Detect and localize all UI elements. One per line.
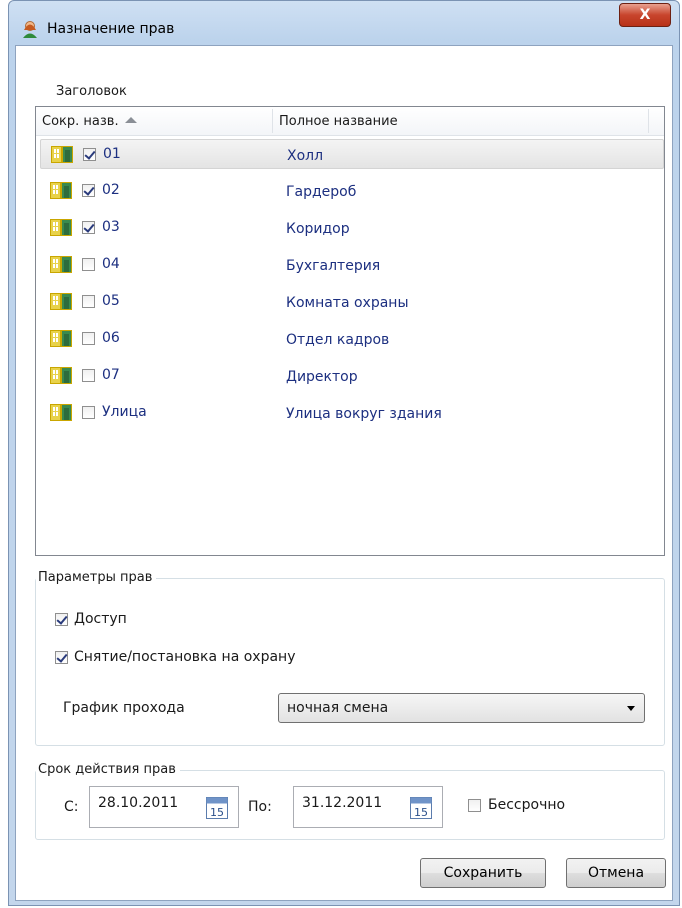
zone-short-name: 05: [102, 293, 120, 309]
zone-checkbox[interactable]: [82, 184, 95, 197]
sort-ascending-icon: [124, 117, 137, 123]
cancel-button[interactable]: Отмена: [566, 858, 666, 888]
zone-short-name: 04: [102, 256, 120, 272]
validity-group-title: Срок действия прав: [36, 762, 180, 777]
zone-door-icon: [50, 404, 72, 421]
arm-disarm-label[interactable]: Снятие/постановка на охрану: [74, 649, 295, 665]
save-button[interactable]: Сохранить: [420, 858, 546, 888]
zone-checkbox[interactable]: [82, 221, 95, 234]
list-row[interactable]: 04 Бухгалтерия: [40, 250, 664, 280]
window-title: Назначение прав: [47, 21, 175, 37]
zone-checkbox[interactable]: [82, 332, 95, 345]
zone-short-name: 07: [102, 367, 120, 383]
zone-door-icon: [50, 256, 72, 273]
column-header-short-label: Сокр. назв.: [42, 114, 119, 129]
zone-full-name: Коридор: [286, 221, 350, 237]
from-label: С:: [64, 799, 79, 815]
zone-full-name: Отдел кадров: [286, 332, 390, 348]
column-divider[interactable]: [648, 109, 649, 133]
header-label: Заголовок: [56, 84, 127, 99]
zone-full-name: Улица вокруг здания: [286, 406, 442, 422]
column-header-full-name[interactable]: Полное название: [279, 114, 398, 129]
zone-checkbox[interactable]: [83, 148, 96, 161]
schedule-label: График прохода: [63, 700, 185, 716]
zone-short-name: 02: [102, 182, 120, 198]
to-label: По:: [248, 799, 272, 815]
schedule-dropdown[interactable]: ночная смена: [278, 693, 645, 723]
from-date-value: 28.10.2011: [98, 795, 179, 811]
zone-checkbox[interactable]: [82, 295, 95, 308]
unlimited-checkbox[interactable]: [468, 799, 481, 812]
zone-full-name: Директор: [286, 369, 358, 385]
column-divider[interactable]: [272, 109, 273, 133]
calendar-icon[interactable]: 15: [206, 797, 228, 819]
calendar-day-text: 15: [210, 806, 224, 819]
list-row[interactable]: 06 Отдел кадров: [40, 324, 664, 354]
list-column-headers: Сокр. назв. Полное название: [36, 107, 664, 136]
zone-door-icon: [50, 330, 72, 347]
list-row[interactable]: 05 Комната охраны: [40, 287, 664, 317]
unlimited-label[interactable]: Бессрочно: [488, 797, 565, 813]
to-date-value: 31.12.2011: [302, 795, 383, 811]
from-date-picker[interactable]: 28.10.2011 15: [89, 786, 239, 828]
list-row[interactable]: 03 Коридор: [40, 213, 664, 243]
access-checkbox[interactable]: [55, 613, 68, 626]
zone-checkbox[interactable]: [82, 258, 95, 271]
list-row[interactable]: 01 Холл: [40, 139, 664, 169]
list-row[interactable]: 07 Директор: [40, 361, 664, 391]
zone-door-icon: [51, 146, 73, 163]
calendar-icon[interactable]: 15: [410, 797, 432, 819]
zone-short-name: 03: [102, 219, 120, 235]
zone-short-name: Улица: [102, 404, 147, 420]
zone-checkbox[interactable]: [82, 406, 95, 419]
zone-door-icon: [50, 293, 72, 310]
chevron-down-icon: [627, 706, 635, 711]
arm-disarm-checkbox[interactable]: [55, 651, 68, 664]
column-header-short-name[interactable]: Сокр. назв.: [42, 114, 137, 129]
zone-checkbox[interactable]: [82, 369, 95, 382]
close-button[interactable]: X: [619, 3, 671, 27]
zone-door-icon: [50, 219, 72, 236]
list-row[interactable]: 02 Гардероб: [40, 176, 664, 206]
schedule-dropdown-value: ночная смена: [287, 700, 389, 716]
to-date-picker[interactable]: 31.12.2011 15: [293, 786, 443, 828]
zone-full-name: Комната охраны: [286, 295, 409, 311]
zones-list[interactable]: Сокр. назв. Полное название 01 Холл 02 Гард…: [35, 106, 665, 556]
zone-full-name: Гардероб: [286, 184, 357, 200]
access-label[interactable]: Доступ: [74, 611, 127, 627]
zone-full-name: Бухгалтерия: [286, 258, 381, 274]
rights-params-group-title: Параметры прав: [36, 570, 157, 585]
list-row[interactable]: Улица Улица вокруг здания: [40, 398, 664, 428]
user-rights-icon: [23, 21, 37, 38]
title-bar: Назначение прав X: [9, 1, 679, 45]
zone-short-name: 01: [103, 146, 121, 162]
calendar-day-text: 15: [414, 806, 428, 819]
zone-door-icon: [50, 182, 72, 199]
zone-short-name: 06: [102, 330, 120, 346]
zone-door-icon: [50, 367, 72, 384]
zone-full-name: Холл: [287, 148, 324, 164]
